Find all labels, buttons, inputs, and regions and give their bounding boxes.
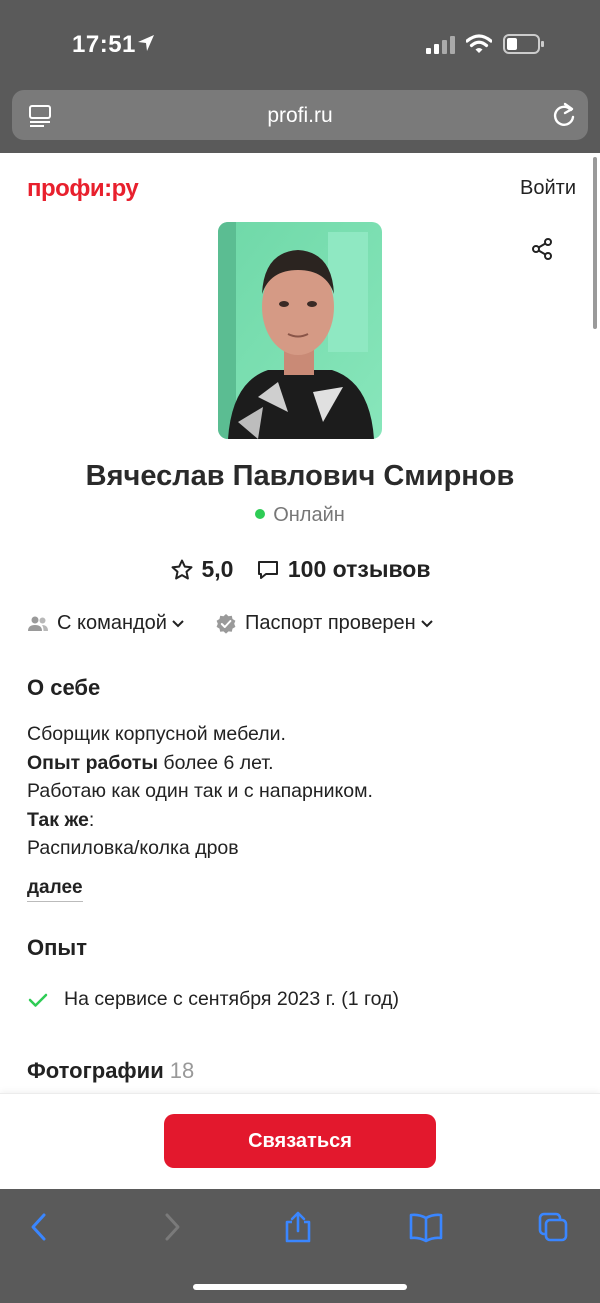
- rating-value: 5,0: [201, 556, 234, 582]
- reviews-link[interactable]: 100 отзывов: [256, 556, 431, 583]
- read-more-link[interactable]: далее: [27, 877, 83, 902]
- about-line: Распиловка/колка дров: [27, 837, 239, 860]
- online-status-label: Онлайн: [273, 504, 345, 526]
- verified-icon: [216, 613, 236, 634]
- back-icon[interactable]: [24, 1210, 56, 1244]
- battery-icon: [503, 34, 544, 54]
- rating-row: 5,0 100 отзывов: [0, 556, 600, 588]
- badges-row: С командой Паспорт проверен: [27, 612, 464, 635]
- online-dot-icon: [255, 508, 266, 519]
- online-status: Онлайн: [0, 504, 600, 527]
- location-arrow-icon: [138, 35, 154, 51]
- about-title: О себе: [27, 675, 101, 700]
- star-icon: [171, 559, 192, 579]
- tabs-icon[interactable]: [537, 1210, 569, 1244]
- profile-photo[interactable]: [218, 222, 382, 439]
- about-line: Работаю как один так и с напарником.: [27, 780, 373, 803]
- reviews-count: 100 отзывов: [287, 556, 431, 582]
- profi-logo[interactable]: профи:ру: [27, 175, 139, 203]
- contact-button[interactable]: Связаться: [164, 1114, 436, 1168]
- url-text[interactable]: profi.ru: [0, 104, 600, 128]
- share-icon[interactable]: [531, 238, 553, 260]
- cellular-signal-icon: [426, 36, 455, 54]
- people-icon: [28, 616, 48, 631]
- photos-count: 18: [169, 1058, 195, 1083]
- wifi-icon: [466, 34, 492, 53]
- experience-item: На сервисе с сентября 2023 г. (1 год): [28, 988, 399, 1011]
- profile-name: Вячеслав Павлович Смирнов: [85, 460, 515, 492]
- chevron-down-icon: [172, 619, 184, 627]
- rating[interactable]: 5,0: [170, 556, 234, 583]
- about-text: Сборщик корпусной мебели. Опыт работы бо…: [27, 720, 373, 863]
- bookmarks-icon[interactable]: [408, 1210, 444, 1244]
- status-time: 17:51: [72, 31, 136, 58]
- forward-icon[interactable]: [155, 1210, 187, 1244]
- team-badge-label: С командой: [57, 612, 167, 634]
- photos-header: Фотографии 18: [27, 1058, 194, 1084]
- home-indicator[interactable]: [193, 1284, 407, 1290]
- checkmark-icon: [28, 993, 48, 1007]
- about-line: Так же:: [27, 808, 95, 831]
- experience-text: На сервисе с сентября 2023 г. (1 год): [64, 988, 399, 1010]
- chevron-down-icon: [421, 619, 433, 627]
- scrollbar[interactable]: [593, 157, 597, 329]
- login-link[interactable]: Войти: [520, 177, 576, 200]
- comment-icon: [257, 560, 278, 579]
- reload-icon[interactable]: [551, 101, 577, 129]
- passport-badge[interactable]: Паспорт проверен: [215, 612, 434, 635]
- about-line: Сборщик корпусной мебели.: [27, 723, 286, 745]
- photos-title: Фотографии: [27, 1058, 164, 1083]
- about-line: Опыт работы более 6 лет.: [27, 751, 274, 774]
- experience-title: Опыт: [27, 935, 87, 960]
- team-badge[interactable]: С командой: [27, 612, 185, 635]
- share-icon[interactable]: [282, 1210, 314, 1244]
- passport-badge-label: Паспорт проверен: [244, 612, 416, 634]
